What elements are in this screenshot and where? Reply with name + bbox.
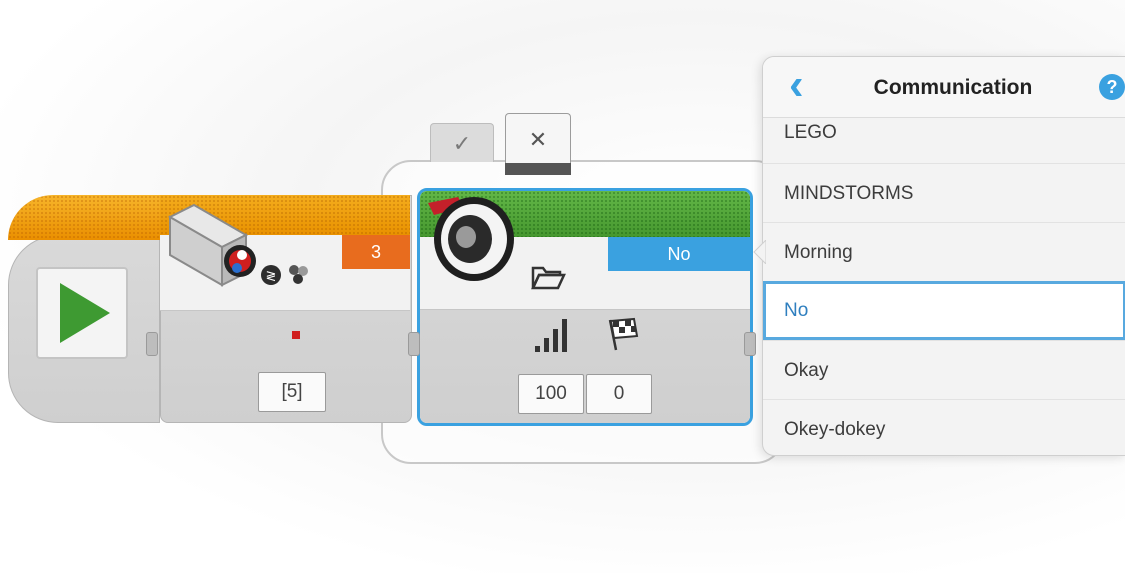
start-block-header [8,195,160,240]
speaker-icon [428,197,514,281]
compare-color-icon: ≷ [261,265,308,285]
color-sensor-icon [167,203,256,287]
help-button[interactable]: ? [1099,74,1125,100]
close-icon: ✕ [528,127,548,152]
sound-block[interactable]: No 100 0 [417,188,753,426]
sound-item-mindstorms[interactable]: MINDSTORMS [763,163,1125,222]
panel-pointer-arrow [753,240,766,264]
sensor-param-value[interactable]: [5] [258,372,326,412]
start-play-button[interactable] [36,267,128,359]
checkered-flag-icon [608,317,639,351]
play-triangle-icon [60,283,110,343]
sensor-port-tab[interactable]: 3 [342,235,410,269]
play-type-value[interactable]: 0 [586,374,652,414]
switch-tab-indicator [505,163,571,175]
connector-start-sensor [146,332,158,356]
sound-item-no[interactable]: No [763,281,1125,340]
sound-picker-panel: ‹ Communication ? LEGO MINDSTORMS Mornin… [762,56,1125,456]
folder-icon [531,266,566,290]
switch-tab-close[interactable]: ✕ [505,113,571,164]
sensor-param-dot [292,331,300,339]
switch-tab-check[interactable]: ✓ [430,123,494,162]
volume-value[interactable]: 100 [518,374,584,414]
help-icon: ? [1106,77,1118,97]
sensor-port-label: 3 [370,242,381,262]
sound-item-okey-dokey[interactable]: Okey-dokey [763,399,1125,455]
color-sensor-block[interactable]: 3 ≷ [5] [160,195,412,423]
panel-title: Communication [873,76,1033,99]
back-button[interactable]: ‹ [789,63,819,107]
connector-sensor-sound [408,332,420,356]
sound-list: LEGO MINDSTORMS Morning No Okay Okey-dok… [763,109,1125,455]
check-icon: ✓ [452,131,472,156]
sound-item-morning[interactable]: Morning [763,222,1125,281]
sound-file-tab[interactable]: No [608,237,750,271]
start-block[interactable] [8,195,160,423]
sound-item-lego[interactable]: LEGO [763,109,1125,163]
svg-text:≷: ≷ [266,268,277,283]
sound-file-label: No [667,244,691,264]
connector-sound-out [744,332,756,356]
volume-bars-icon [535,319,567,352]
sound-item-okay[interactable]: Okay [763,340,1125,399]
